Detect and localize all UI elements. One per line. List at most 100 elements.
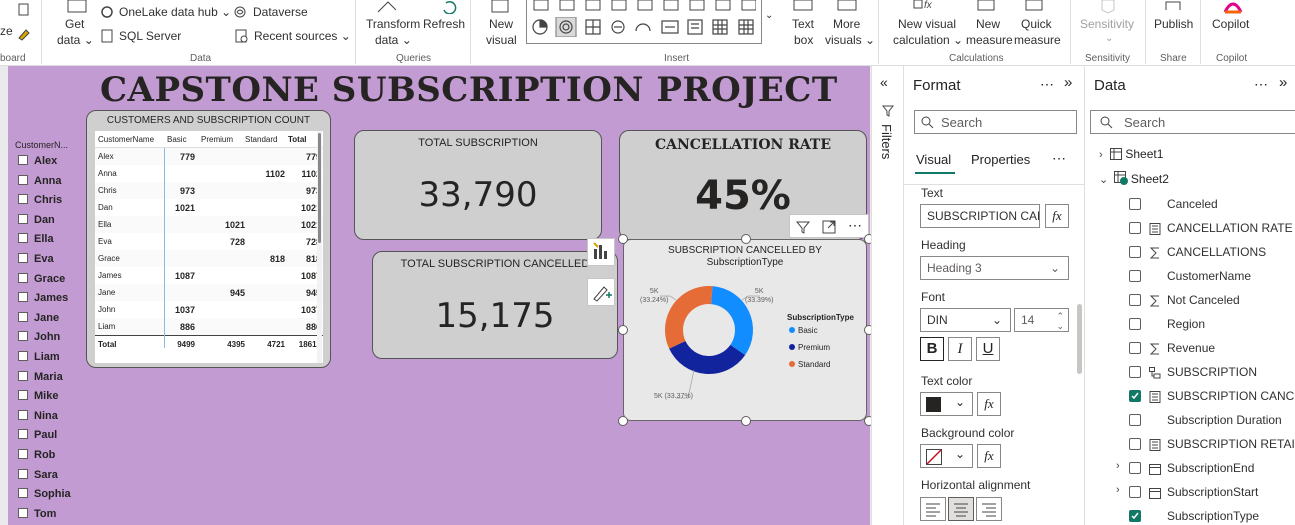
donut-slice-standard[interactable] (665, 286, 713, 349)
collapse-pane-icon[interactable]: » (1279, 74, 1287, 91)
slicer-item[interactable]: Nina (18, 409, 58, 425)
slicer-item[interactable]: Mike (18, 389, 58, 405)
more-visuals-button[interactable]: visuals ⌄ (825, 33, 875, 47)
field-item[interactable]: SUBSCRIPTION CANC... (1167, 387, 1295, 405)
filters-pane-collapsed[interactable]: « Filters (871, 66, 903, 525)
checkbox[interactable] (18, 507, 28, 518)
field-item[interactable]: CustomerName (1167, 267, 1251, 285)
matrix-total-row[interactable]: Total 9499 4395 4721 18615 (95, 335, 323, 352)
resize-handle[interactable] (618, 416, 628, 426)
field-item[interactable]: CANCELLATIONS (1167, 243, 1266, 261)
resize-handle[interactable] (618, 234, 628, 244)
table-row[interactable]: Anna 1102 1102 (95, 165, 323, 182)
checkbox[interactable] (18, 272, 28, 283)
table-row[interactable]: Jane 945 945 (95, 284, 323, 301)
donut-visual[interactable]: SUBSCRIPTION CANCELLED BY SubscriptionTy… (623, 239, 867, 421)
field-checkbox[interactable] (1129, 318, 1141, 330)
slicer-item[interactable]: Anna (18, 174, 62, 190)
checkbox[interactable] (18, 233, 28, 244)
matrix-visual[interactable]: CUSTOMERS AND SUBSCRIPTION COUNT Custome… (86, 110, 331, 368)
align-center-icon[interactable] (948, 497, 974, 521)
slicer-item[interactable]: Ella (18, 232, 54, 248)
collapse-pane-icon[interactable]: » (1064, 74, 1072, 91)
field-checkbox[interactable] (1129, 366, 1141, 378)
table-row[interactable]: Eva 728 728 (95, 233, 323, 250)
text-box-button[interactable]: box (794, 33, 813, 47)
chevron-right-icon[interactable]: › (1116, 460, 1120, 472)
more-options-icon[interactable]: ⋯ (848, 217, 862, 234)
field-item[interactable]: SubscriptionStart (1167, 483, 1258, 501)
field-item[interactable]: CANCELLATION RATE (1167, 219, 1293, 237)
format-visual-button[interactable] (587, 278, 615, 306)
font-size-stepper[interactable]: 14 ⌃ ⌄ (1014, 308, 1069, 332)
table-row[interactable]: James 1087 1087 (95, 267, 323, 284)
slicer-item[interactable]: Liam (18, 350, 60, 366)
slicer-item[interactable]: Tom (18, 507, 56, 523)
checkbox[interactable] (18, 468, 28, 479)
tab-visual[interactable]: Visual (916, 152, 951, 167)
table-row[interactable]: Grace 818 818 (95, 250, 323, 267)
field-item[interactable]: Revenue (1167, 339, 1215, 357)
quick-measure-line1[interactable]: Quick (1021, 17, 1052, 31)
slicer-item[interactable]: Chris (18, 193, 62, 209)
checkbox[interactable] (18, 449, 28, 459)
heading-dropdown[interactable]: Heading 3 ⌄ (920, 256, 1069, 280)
align-right-icon[interactable] (976, 497, 1002, 521)
resize-handle[interactable] (741, 416, 751, 426)
field-checkbox[interactable] (1129, 510, 1141, 522)
checkbox[interactable] (18, 390, 28, 401)
matrix-scrollbar-thumb[interactable] (318, 133, 321, 243)
get-data-button[interactable]: data ⌄ (57, 33, 94, 47)
text-box-line1[interactable]: Text (792, 17, 814, 31)
checkbox[interactable] (18, 351, 28, 361)
italic-button[interactable]: I (948, 337, 972, 361)
field-checkbox[interactable] (1129, 246, 1141, 258)
slicer-item[interactable]: Alex (18, 154, 57, 170)
slicer-item[interactable]: Maria (18, 370, 63, 386)
dataverse-button[interactable]: Dataverse (253, 5, 308, 19)
matrix-table[interactable]: CustomerName Basic Premium Standard Tota… (95, 131, 323, 363)
new-measure-line1[interactable]: New (976, 17, 1000, 31)
slicer-item[interactable]: Paul (18, 428, 57, 444)
quick-measure-button[interactable]: measure (1014, 33, 1061, 47)
filters-label[interactable]: Filters (879, 124, 894, 159)
align-left-icon[interactable] (920, 497, 946, 521)
checkbox[interactable] (18, 311, 28, 322)
field-item[interactable]: Region (1167, 315, 1205, 333)
font-family-dropdown[interactable]: DIN ⌄ (920, 308, 1011, 332)
table-row[interactable]: Alex 779 779 (95, 148, 323, 165)
onelake-button[interactable]: OneLake data hub ⌄ (119, 5, 231, 19)
legend-item[interactable]: Basic (789, 326, 818, 335)
field-checkbox[interactable] (1129, 294, 1141, 306)
publish-button[interactable]: Publish (1154, 17, 1193, 31)
sql-server-button[interactable]: SQL Server (119, 29, 181, 43)
new-measure-button[interactable]: measure (966, 33, 1013, 47)
table-row[interactable]: Chris 973 973 (95, 182, 323, 199)
slicer-item[interactable]: Sara (18, 468, 58, 484)
slicer-item[interactable]: Rob (18, 448, 55, 464)
legend-item[interactable]: Premium (789, 343, 830, 352)
format-scrollbar-thumb[interactable] (1077, 304, 1082, 374)
tab-properties[interactable]: Properties (971, 152, 1030, 167)
checkbox[interactable] (18, 174, 28, 185)
new-visual-line1[interactable]: New (489, 17, 513, 31)
field-checkbox[interactable] (1129, 222, 1141, 234)
table-sheet1[interactable]: › Sheet1 (1099, 147, 1163, 165)
chevron-down-icon[interactable]: ⌄ (1099, 174, 1108, 186)
sensitivity-button[interactable]: Sensitivity (1080, 17, 1134, 31)
resize-handle[interactable] (618, 325, 628, 335)
table-sheet2[interactable]: ⌄ Sheet2 (1099, 171, 1169, 189)
field-checkbox[interactable] (1129, 414, 1141, 426)
sensitivity-chevron-icon[interactable]: ⌄ (1105, 33, 1113, 44)
legend-item[interactable]: Standard (789, 360, 830, 369)
analyze-button[interactable] (587, 238, 615, 266)
chevron-right-icon[interactable]: › (1116, 484, 1120, 496)
data-search-input[interactable]: Search (1090, 110, 1295, 134)
slicer-item[interactable]: Eva (18, 252, 54, 268)
filter-icon[interactable] (794, 218, 812, 236)
text-fx-button[interactable]: fx (1045, 204, 1069, 228)
field-checkbox[interactable] (1129, 390, 1141, 402)
field-item[interactable]: SUBSCRIPTION (1167, 363, 1257, 381)
checkbox[interactable] (18, 331, 28, 342)
background-color-fx-button[interactable]: fx (977, 444, 1001, 468)
